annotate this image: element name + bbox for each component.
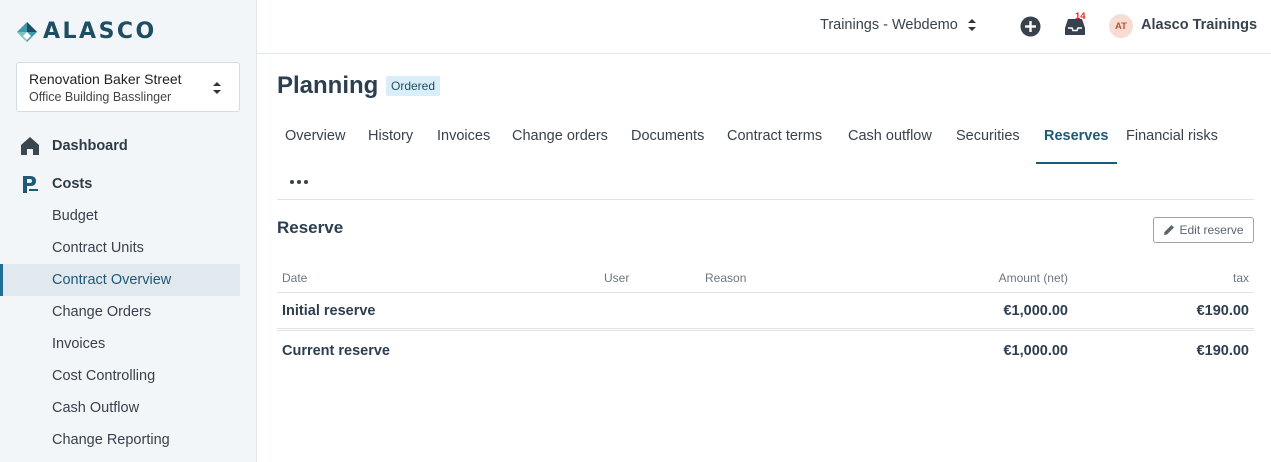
table-header: Date User Reason Amount (net) tax [277, 262, 1254, 293]
nav-budget[interactable]: Budget [0, 200, 240, 232]
notification-count: 14 [1075, 11, 1086, 22]
tab-cash-outflow[interactable]: Cash outflow [840, 118, 940, 164]
nav-invoices-label: Invoices [52, 336, 106, 352]
nav-invoices[interactable]: Invoices [0, 328, 240, 360]
organization-name: Trainings - Webdemo [820, 17, 958, 33]
nav-contract-units-label: Contract Units [52, 240, 144, 256]
table-row: Current reserve €1,000.00 €190.00 [277, 333, 1254, 369]
sort-arrows-icon [213, 82, 221, 94]
avatar[interactable]: AT [1109, 14, 1133, 38]
nav-change-reporting[interactable]: Change Reporting [0, 424, 240, 456]
status-badge: Ordered [386, 76, 441, 96]
tab-invoices[interactable]: Invoices [429, 118, 498, 164]
tab-history[interactable]: History [360, 118, 421, 164]
tab-reserves[interactable]: Reserves [1036, 118, 1117, 164]
row-tax: €190.00 [1196, 303, 1249, 319]
tab-bar: Overview History Invoices Change orders … [277, 118, 1254, 200]
sidebar: ALASCO Renovation Baker Street Office Bu… [0, 0, 257, 462]
tab-documents[interactable]: Documents [623, 118, 712, 164]
edit-reserve-label: Edit reserve [1179, 223, 1244, 237]
sort-arrows-icon [967, 19, 976, 31]
row-label: Current reserve [282, 343, 390, 359]
column-tax: tax [1232, 271, 1249, 285]
nav-contract-units[interactable]: Contract Units [0, 232, 240, 264]
nav-budget-label: Budget [52, 208, 98, 224]
nav-change-orders-label: Change Orders [52, 304, 152, 320]
row-label: Initial reserve [282, 303, 376, 319]
nav-cash-outflow-label: Cash Outflow [52, 400, 140, 416]
active-indicator [0, 264, 3, 296]
alasco-logo-icon [17, 21, 37, 42]
table-row: Initial reserve €1,000.00 €190.00 [277, 293, 1254, 331]
column-user: User [604, 271, 630, 285]
nav-dashboard-label: Dashboard [52, 138, 128, 154]
costs-icon [23, 176, 38, 193]
row-amount: €1,000.00 [1003, 303, 1068, 319]
nav-costs[interactable]: Costs [0, 168, 257, 200]
edit-reserve-button[interactable]: Edit reserve [1153, 217, 1254, 243]
pencil-icon [1164, 225, 1175, 235]
page-title: Planning [277, 72, 379, 99]
column-amount: Amount (net) [998, 271, 1068, 285]
nav-change-reporting-label: Change Reporting [52, 432, 170, 448]
tab-contract-terms[interactable]: Contract terms [719, 118, 830, 164]
tab-change-orders[interactable]: Change orders [504, 118, 616, 164]
project-title: Renovation Baker Street [29, 71, 182, 87]
nav-dashboard[interactable]: Dashboard [0, 130, 257, 162]
row-amount: €1,000.00 [1003, 343, 1068, 359]
nav-cost-controlling[interactable]: Cost Controlling [0, 360, 240, 392]
nav-contract-overview-label: Contract Overview [52, 272, 172, 288]
column-date: Date [282, 271, 308, 285]
project-selector[interactable]: Renovation Baker Street Office Building … [16, 62, 240, 112]
nav-costs-label: Costs [52, 176, 93, 192]
tab-securities[interactable]: Securities [948, 118, 1028, 164]
tab-overview[interactable]: Overview [277, 118, 353, 164]
column-reason: Reason [705, 271, 747, 285]
nav-contract-overview[interactable]: Contract Overview [0, 264, 240, 296]
section-title: Reserve [277, 218, 344, 237]
user-name[interactable]: Alasco Trainings [1141, 17, 1257, 33]
nav-cash-outflow[interactable]: Cash Outflow [0, 392, 240, 424]
nav-cost-controlling-label: Cost Controlling [52, 368, 156, 384]
tab-financial-risks[interactable]: Financial risks [1118, 118, 1226, 164]
more-icon[interactable] [289, 176, 309, 188]
project-subtitle: Office Building Basslinger [29, 90, 172, 104]
brand-name: ALASCO [43, 19, 157, 44]
top-bar: Trainings - Webdemo 14 AT Alasco Trainin… [257, 0, 1271, 54]
row-tax: €190.00 [1196, 343, 1249, 359]
alasco-logo[interactable]: ALASCO [16, 19, 157, 44]
organization-switcher[interactable]: Trainings - Webdemo [820, 17, 976, 33]
home-icon [21, 137, 39, 155]
add-icon[interactable] [1020, 16, 1041, 37]
nav-change-orders[interactable]: Change Orders [0, 296, 240, 328]
